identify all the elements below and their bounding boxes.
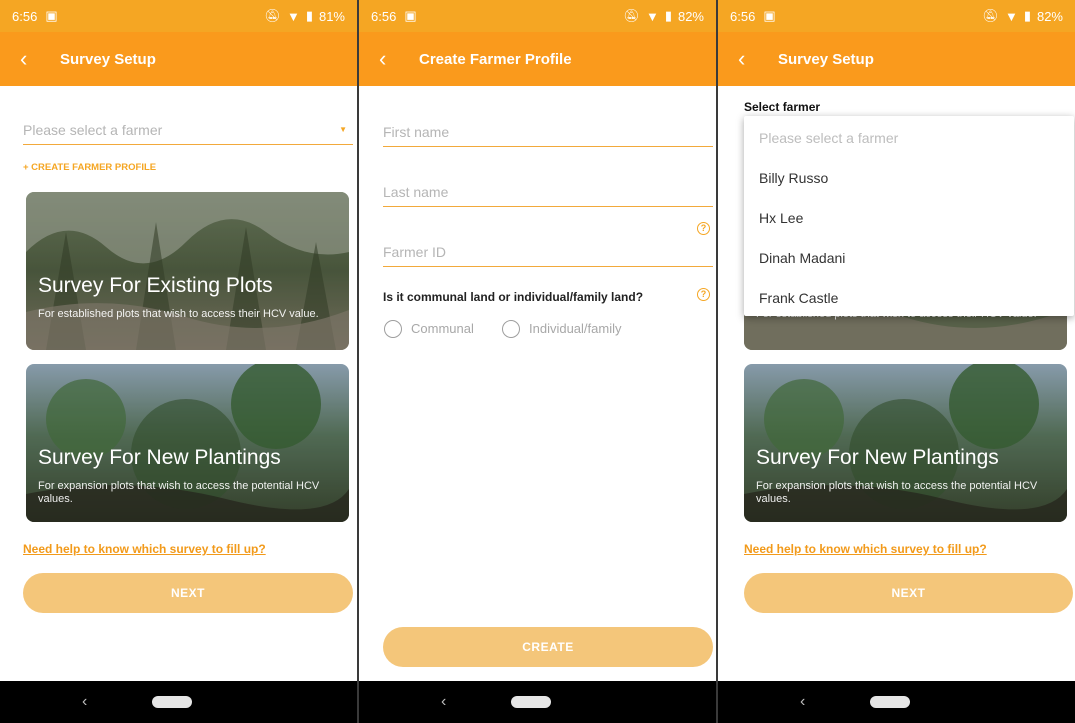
mute-icon: 🔕︎ bbox=[623, 8, 640, 23]
nav-back-icon[interactable]: ‹ bbox=[800, 693, 805, 711]
create-button[interactable]: CREATE bbox=[383, 627, 713, 667]
card-description: For expansion plots that wish to access … bbox=[38, 480, 320, 505]
back-arrow-icon[interactable]: ‹ bbox=[20, 48, 42, 70]
battery-icon: ▮ bbox=[1023, 8, 1031, 23]
page-title: Survey Setup bbox=[778, 50, 874, 68]
status-time: 6:56 bbox=[730, 8, 756, 24]
individual-family-radio[interactable] bbox=[502, 320, 520, 338]
dropdown-option[interactable]: Billy Russo bbox=[759, 170, 828, 186]
survey-setup-screen: 6:56 ▣ 🔕︎ ▼ ▮ 81% ‹ Survey Setup Please sele… bbox=[0, 0, 357, 723]
card-description: For expansion plots that wish to access … bbox=[756, 480, 1038, 505]
individual-family-label[interactable]: Individual/family bbox=[529, 321, 622, 336]
create-farmer-profile-link[interactable]: + CREATE FARMER PROFILE bbox=[23, 162, 156, 173]
system-nav-bar: ‹ bbox=[0, 681, 357, 723]
help-circle-icon[interactable]: ? bbox=[697, 288, 710, 301]
mute-icon: 🔕︎ bbox=[982, 8, 999, 23]
survey-new-plantings-card[interactable]: Survey For New Plantings For expansion p… bbox=[744, 364, 1067, 522]
dropdown-option[interactable]: Frank Castle bbox=[759, 290, 838, 306]
card-title: Survey For New Plantings bbox=[38, 446, 281, 469]
status-bar: 6:56 ▣ 🔕︎ ▼ ▮ 81% bbox=[0, 0, 357, 32]
sim-icon: ▣ bbox=[45, 8, 58, 23]
sim-icon: ▣ bbox=[404, 8, 417, 23]
page-title: Create Farmer Profile bbox=[419, 50, 572, 68]
status-bar: 6:56 ▣ 🔕︎ ▼ ▮ 82% bbox=[359, 0, 716, 32]
farmer-id-placeholder: Farmer ID bbox=[383, 244, 446, 260]
back-arrow-icon[interactable]: ‹ bbox=[379, 48, 401, 70]
farmer-id-field[interactable]: Farmer ID bbox=[383, 244, 713, 267]
battery-icon: ▮ bbox=[664, 8, 672, 23]
survey-setup-dropdown-screen: 6:56 ▣ 🔕︎ ▼ ▮ 82% ‹ Survey Setup Select farm… bbox=[718, 0, 1075, 723]
dropdown-placeholder[interactable]: Please select a farmer bbox=[759, 130, 898, 146]
nav-home-pill[interactable] bbox=[511, 696, 551, 708]
battery-level: 81% bbox=[318, 8, 345, 24]
next-button[interactable]: NEXT bbox=[744, 573, 1073, 613]
card-description: For established plots that wish to acces… bbox=[38, 308, 319, 320]
first-name-field[interactable]: First name bbox=[383, 124, 713, 147]
mute-icon: 🔕︎ bbox=[264, 8, 281, 23]
nav-back-icon[interactable]: ‹ bbox=[441, 693, 446, 711]
last-name-field[interactable]: Last name bbox=[383, 184, 713, 207]
land-type-question: Is it communal land or individual/family… bbox=[383, 290, 644, 304]
wifi-icon: ▼ bbox=[645, 8, 659, 24]
card-title: Survey For New Plantings bbox=[756, 446, 999, 469]
communal-radio[interactable] bbox=[384, 320, 402, 338]
dropdown-option[interactable]: Hx Lee bbox=[759, 210, 803, 226]
sim-icon: ▣ bbox=[763, 8, 776, 23]
dropdown-arrow-icon: ▼ bbox=[339, 125, 347, 134]
survey-new-plantings-card[interactable]: Survey For New Plantings For expansion p… bbox=[26, 364, 349, 522]
status-time: 6:56 bbox=[371, 8, 397, 24]
farmer-select[interactable]: Please select a farmer ▼ bbox=[23, 122, 353, 145]
survey-existing-plots-card[interactable]: Survey For Existing Plots For establishe… bbox=[26, 192, 349, 350]
dropdown-option[interactable]: Dinah Madani bbox=[759, 250, 845, 266]
farmer-dropdown-menu: Please select a farmer Billy Russo Hx Le… bbox=[744, 116, 1074, 316]
farmer-select-placeholder: Please select a farmer bbox=[23, 122, 163, 138]
select-farmer-label: Select farmer bbox=[744, 100, 821, 114]
nav-home-pill[interactable] bbox=[870, 696, 910, 708]
status-bar: 6:56 ▣ 🔕︎ ▼ ▮ 82% bbox=[718, 0, 1075, 32]
battery-icon: ▮ bbox=[305, 8, 313, 23]
palm-plantation-photo bbox=[26, 192, 349, 350]
system-nav-bar: ‹ bbox=[359, 681, 716, 723]
battery-level: 82% bbox=[677, 8, 704, 24]
page-title: Survey Setup bbox=[60, 50, 156, 68]
status-time: 6:56 bbox=[12, 8, 38, 24]
app-bar: ‹ Survey Setup bbox=[0, 32, 357, 86]
battery-level: 82% bbox=[1036, 8, 1063, 24]
communal-label[interactable]: Communal bbox=[411, 321, 474, 336]
wifi-icon: ▼ bbox=[1004, 8, 1018, 24]
first-name-placeholder: First name bbox=[383, 124, 450, 140]
back-arrow-icon[interactable]: ‹ bbox=[738, 48, 760, 70]
system-nav-bar: ‹ bbox=[718, 681, 1075, 723]
next-button[interactable]: NEXT bbox=[23, 573, 353, 613]
survey-help-link[interactable]: Need help to know which survey to fill u… bbox=[744, 542, 987, 556]
app-bar: ‹ Survey Setup bbox=[718, 32, 1075, 86]
nav-back-icon[interactable]: ‹ bbox=[82, 693, 87, 711]
app-bar: ‹ Create Farmer Profile bbox=[359, 32, 716, 86]
card-title: Survey For Existing Plots bbox=[38, 274, 273, 297]
wifi-icon: ▼ bbox=[286, 8, 300, 24]
survey-help-link[interactable]: Need help to know which survey to fill u… bbox=[23, 542, 266, 556]
create-farmer-profile-screen: 6:56 ▣ 🔕︎ ▼ ▮ 82% ‹ Create Farmer Profile Fi… bbox=[359, 0, 716, 723]
last-name-placeholder: Last name bbox=[383, 184, 449, 200]
nav-home-pill[interactable] bbox=[152, 696, 192, 708]
help-circle-icon[interactable]: ? bbox=[697, 222, 710, 235]
